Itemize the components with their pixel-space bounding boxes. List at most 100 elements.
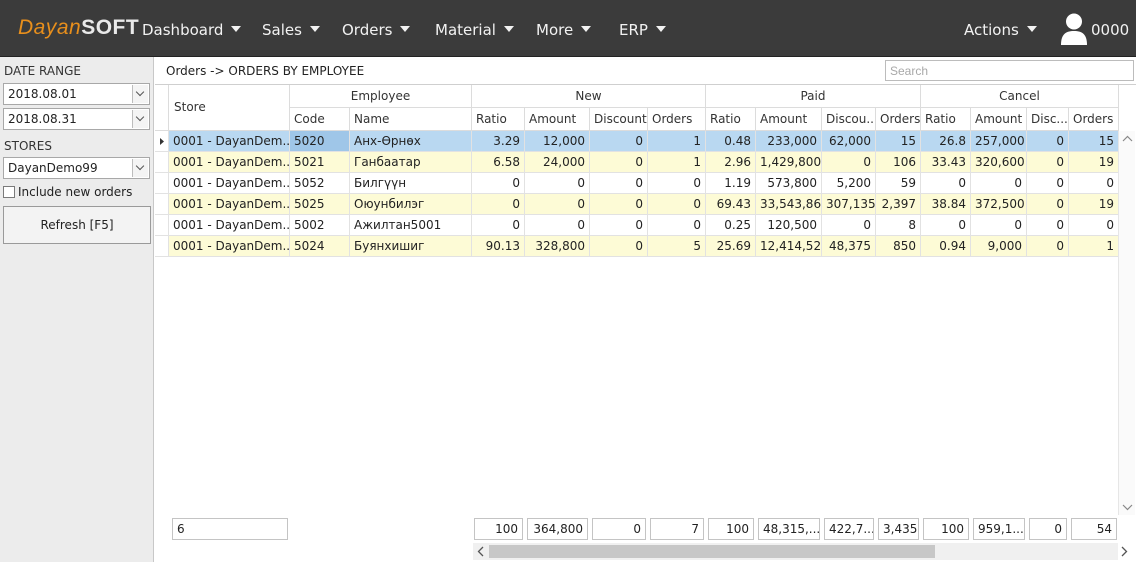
actions-menu[interactable]: Actions (964, 21, 1037, 39)
row-selector[interactable] (155, 215, 169, 236)
nav-orders[interactable]: Orders (342, 21, 411, 39)
cell-cancel-2: 0 (1027, 131, 1069, 152)
horizontal-scrollbar[interactable] (473, 543, 1128, 560)
cell-new-1: 0 (525, 194, 590, 215)
row-selector[interactable] (155, 173, 169, 194)
date-to-picker[interactable]: 2018.08.31 (3, 108, 150, 130)
col-header-cancel-ratio[interactable]: Ratio (921, 108, 971, 131)
col-header-new-discount[interactable]: Discount (590, 108, 648, 131)
footer-total-cancel-0: 100 (923, 518, 969, 540)
col-header-new-orders[interactable]: Orders (648, 108, 706, 131)
footer-total-cancel-2: 0 (1029, 518, 1067, 540)
cell-store: 0001 - DayanDem... (169, 194, 290, 215)
include-new-orders-label: Include new orders (18, 185, 133, 199)
table-row[interactable]: 0001 - DayanDem... 5002 Ажилтан5001 0 0 0 0 0.2… (169, 215, 1119, 236)
cell-new-1: 24,000 (525, 152, 590, 173)
footer-total-new-2: 0 (592, 518, 646, 540)
col-header-new-amount[interactable]: Amount (525, 108, 590, 131)
cell-code: 5025 (290, 194, 350, 215)
cell-name: Билгүүн (350, 173, 472, 194)
dayansoft-logo[interactable]: DayanSOFT (18, 16, 139, 40)
col-header-paid-amount[interactable]: Amount (756, 108, 822, 131)
cell-new-2: 0 (590, 194, 648, 215)
cell-name: Ажилтан5001 (350, 215, 472, 236)
chevron-down-icon[interactable] (132, 85, 148, 103)
nav-more[interactable]: More (536, 21, 592, 39)
col-header-code[interactable]: Code (290, 108, 350, 131)
col-header-cancel-amount[interactable]: Amount (971, 108, 1027, 131)
cell-paid-2: 307,135 (822, 194, 876, 215)
nav-erp[interactable]: ERP (619, 21, 666, 39)
row-selector[interactable] (155, 152, 169, 173)
cell-store: 0001 - DayanDem... (169, 173, 290, 194)
date-range-label: DATE RANGE (4, 64, 81, 78)
col-header-cancel-disc[interactable]: Disc... (1027, 108, 1069, 131)
caret-down-icon (309, 26, 320, 32)
date-to-value: 2018.08.31 (8, 112, 77, 126)
table-row[interactable]: 0001 - DayanDem... 5024 Буянхишиг 90.13 328,… (169, 236, 1119, 257)
scroll-up-icon[interactable] (1119, 133, 1136, 145)
nav-dashboard[interactable]: Dashboard (142, 21, 242, 39)
cell-paid-1: 33,543,865 (756, 194, 822, 215)
cell-paid-0: 0.48 (706, 131, 756, 152)
chevron-down-icon[interactable] (132, 110, 148, 128)
row-pointer-icon (160, 138, 164, 145)
cell-cancel-0: 38.84 (921, 194, 971, 215)
user-code: 0000 (1091, 21, 1130, 39)
vertical-scrollbar[interactable] (1118, 131, 1135, 515)
horizontal-scroll-thumb[interactable] (489, 545, 935, 558)
nav-sales[interactable]: Sales (262, 21, 320, 39)
table-row[interactable]: 0001 - DayanDem... 5021 Ганбаатар 6.58 24,00… (169, 152, 1119, 173)
nav-material[interactable]: Material (435, 21, 514, 39)
table-row[interactable]: 0001 - DayanDem... 5025 Оюунбилэг 0 0 0 0 69.43… (169, 194, 1119, 215)
cell-new-0: 90.13 (472, 236, 525, 257)
cell-new-3: 0 (648, 194, 706, 215)
row-selector[interactable] (155, 194, 169, 215)
col-header-store[interactable]: Store (169, 85, 290, 131)
cell-paid-1: 233,000 (756, 131, 822, 152)
col-header-cancel-orders[interactable]: Orders (1069, 108, 1119, 131)
refresh-button[interactable]: Refresh [F5] (3, 206, 151, 244)
scroll-down-icon[interactable] (1119, 501, 1136, 513)
caret-down-icon (400, 26, 411, 32)
search-input[interactable] (885, 60, 1134, 81)
table-row[interactable]: 0001 - DayanDem... 5052 Билгүүн 0 0 0 0 1.19 573… (169, 173, 1119, 194)
cell-new-3: 1 (648, 131, 706, 152)
col-header-paid-ratio[interactable]: Ratio (706, 108, 756, 131)
store-select[interactable]: DayanDemo99 (3, 157, 150, 179)
col-header-paid-orders[interactable]: Orders (876, 108, 921, 131)
cell-paid-0: 1.19 (706, 173, 756, 194)
col-header-paid-discou[interactable]: Discou... (822, 108, 876, 131)
cell-cancel-2: 0 (1027, 152, 1069, 173)
col-group-new: New (472, 85, 706, 108)
date-from-picker[interactable]: 2018.08.01 (3, 83, 150, 105)
cell-cancel-2: 0 (1027, 236, 1069, 257)
footer-total-paid-1: 48,315,... (758, 518, 820, 540)
cell-new-3: 1 (648, 152, 706, 173)
caret-down-icon (503, 26, 514, 32)
cell-cancel-1: 372,500 (971, 194, 1027, 215)
row-selector[interactable] (155, 131, 169, 152)
caret-down-icon (655, 26, 666, 32)
row-selector[interactable] (155, 236, 169, 257)
store-value: DayanDemo99 (8, 161, 98, 175)
cell-cancel-0: 0 (921, 215, 971, 236)
col-header-name[interactable]: Name (350, 108, 472, 131)
cell-cancel-1: 320,600 (971, 152, 1027, 173)
chevron-down-icon[interactable] (132, 159, 148, 177)
scroll-left-icon[interactable] (475, 543, 487, 560)
cell-new-3: 0 (648, 173, 706, 194)
table-row[interactable]: 0001 - DayanDem... 5020 Анх-Өрнөх 3.29 12,00… (169, 131, 1119, 152)
cell-paid-1: 573,800 (756, 173, 822, 194)
footer-total-new-1: 364,800 (527, 518, 588, 540)
cell-name: Буянхишиг (350, 236, 472, 257)
checkbox-box[interactable] (3, 186, 15, 198)
cell-paid-0: 69.43 (706, 194, 756, 215)
col-group-cancel: Cancel (921, 85, 1119, 108)
footer-count: 6 (172, 518, 288, 540)
cell-new-1: 328,800 (525, 236, 590, 257)
cell-paid-0: 2.96 (706, 152, 756, 173)
cell-new-1: 12,000 (525, 131, 590, 152)
col-header-new-ratio[interactable]: Ratio (472, 108, 525, 131)
scroll-right-icon[interactable] (1118, 543, 1130, 560)
